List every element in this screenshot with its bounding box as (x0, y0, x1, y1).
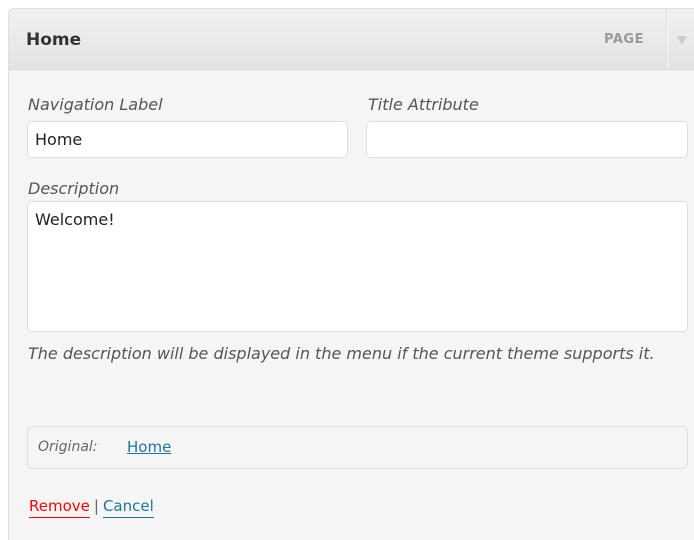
description-help-text: The description will be displayed in the… (28, 344, 655, 363)
item-actions: Remove | Cancel (29, 497, 154, 518)
original-link-box: Original: Home (27, 426, 688, 469)
menu-item-header[interactable]: Home PAGE (9, 9, 694, 70)
description-textarea[interactable]: Welcome! (27, 201, 688, 332)
navigation-label-input[interactable] (27, 121, 348, 158)
action-separator: | (93, 497, 99, 515)
navigation-label-label: Navigation Label (28, 95, 163, 114)
menu-item-type: PAGE (604, 32, 644, 47)
cancel-link[interactable]: Cancel (102, 497, 154, 518)
original-page-link[interactable]: Home (127, 438, 171, 456)
original-label: Original: (38, 439, 98, 455)
description-label: Description (28, 179, 120, 198)
remove-link[interactable]: Remove (29, 497, 90, 518)
title-attribute-label: Title Attribute (368, 95, 479, 114)
triangle-down-icon[interactable] (677, 36, 687, 45)
title-attribute-input[interactable] (366, 121, 688, 158)
menu-item-panel: Home PAGE Navigation Label Title Attribu… (8, 8, 694, 540)
toggle-divider (666, 9, 667, 69)
menu-item-title: Home (26, 30, 82, 50)
